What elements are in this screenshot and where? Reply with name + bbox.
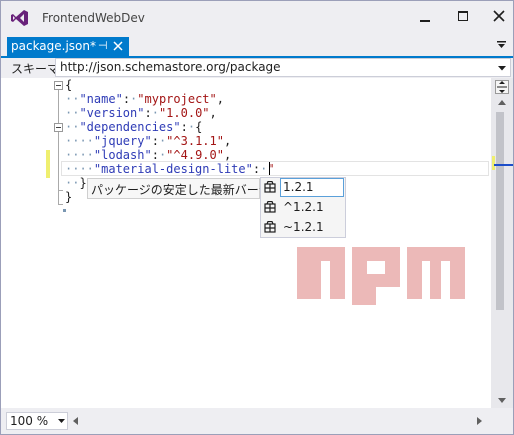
code-line: {: [65, 78, 72, 92]
zoom-dropdown[interactable]: 100 %: [6, 412, 68, 430]
tab-package-json[interactable]: package.json* ⊣: [7, 37, 129, 56]
code-token: "1.0.0": [158, 106, 210, 120]
chevron-down-icon: [58, 419, 65, 423]
schema-url-value: http://json.schemastore.org/package: [60, 60, 281, 74]
scrollbar-thumb[interactable]: [496, 112, 504, 310]
completion-item[interactable]: ~1.2.1: [261, 218, 345, 237]
scroll-caret-marker: [494, 164, 513, 166]
code-token: ·: [151, 106, 159, 120]
title-bar: FrontendWebDev: [1, 1, 513, 35]
completion-item-label: ~1.2.1: [283, 220, 324, 234]
code-line: ····"jquery":·"^3.1.1",: [65, 134, 231, 148]
completion-item-label: ^1.2.1: [283, 200, 324, 214]
code-token: }: [79, 176, 87, 190]
code-token: :: [252, 162, 261, 176]
code-token: "dependencies": [79, 120, 181, 134]
pin-icon[interactable]: ⊣: [98, 39, 108, 52]
minimize-button[interactable]: [411, 5, 439, 27]
completion-item[interactable]: 1.2.1: [261, 178, 345, 197]
code-token: :: [151, 148, 159, 162]
close-icon: [493, 10, 505, 22]
document-tab-row: package.json* ⊣: [1, 35, 513, 58]
code-token: ,: [209, 106, 217, 120]
close-button[interactable]: [485, 5, 513, 27]
zoom-value: 100 %: [10, 414, 49, 428]
code-line: }: [65, 190, 72, 204]
editor-window: FrontendWebDev package.json* ⊣ スキーマ: htt…: [0, 0, 514, 435]
split-window-button[interactable]: [495, 80, 509, 94]
code-token: ··: [65, 92, 80, 106]
code-line: ··"version":·"1.0.0",: [65, 106, 217, 120]
code-token: ·: [187, 120, 196, 134]
completion-list[interactable]: 1.2.1 ^1.2.1 ~1.2.1: [260, 177, 346, 238]
tab-close-icon[interactable]: [113, 41, 123, 51]
code-token: :: [144, 106, 152, 120]
code-token: ··: [65, 176, 80, 190]
whitespace-marker: [63, 209, 66, 212]
code-token: "^4.9.0": [166, 148, 224, 162]
code-token: {: [195, 120, 203, 134]
status-bar: 100 %: [1, 408, 513, 434]
scroll-down-icon[interactable]: [498, 398, 506, 403]
code-token: "version": [79, 106, 145, 120]
code-line: ····"material-design-lite":·": [65, 162, 275, 176]
code-token: :: [122, 92, 131, 106]
code-token: ····: [65, 162, 94, 176]
code-token: :: [180, 120, 188, 134]
code-token: "jquery": [93, 134, 152, 148]
code-token: ,: [216, 92, 224, 106]
schema-bar: スキーマ: http://json.schemastore.org/packag…: [1, 58, 513, 78]
code-token: "lodash": [93, 148, 152, 162]
code-line: ··"name":·"myproject",: [65, 92, 224, 106]
code-token: ····: [65, 134, 94, 148]
minimize-icon: [420, 20, 430, 22]
vertical-scrollbar[interactable]: [491, 78, 513, 408]
code-area: {··"name":·"myproject", ··"version":·"1.0…: [1, 78, 491, 408]
chevron-down-icon: [498, 66, 506, 71]
code-token: {: [65, 78, 73, 92]
code-line: ····"lodash":·"^4.9.0",: [65, 148, 231, 162]
code-token: "myproject": [137, 92, 217, 106]
code-token: ,: [223, 148, 232, 162]
completion-item[interactable]: ^1.2.1: [261, 198, 345, 217]
code-token: ··: [65, 120, 80, 134]
split-icon: [497, 81, 507, 93]
horizontal-scrollbar[interactable]: [71, 412, 491, 430]
code-token: "^3.1.1": [166, 134, 224, 148]
visual-studio-logo-icon: [11, 10, 28, 26]
completion-tooltip: パッケージの安定した最新バージョン: [87, 178, 295, 199]
scroll-left-icon[interactable]: [73, 417, 78, 425]
code-token: ··: [65, 106, 80, 120]
code-line: ··}: [65, 176, 87, 190]
code-token: "material-design-lite": [93, 162, 253, 176]
code-token: ····: [65, 148, 94, 162]
maximize-button[interactable]: [449, 5, 477, 27]
code-editor[interactable]: {··"name":·"myproject", ··"version":·"1.0…: [1, 78, 491, 408]
npm-logo: [297, 247, 465, 305]
scroll-change-marker: [492, 156, 495, 170]
package-icon: [264, 201, 276, 213]
package-icon: [264, 181, 276, 193]
scroll-up-icon[interactable]: [498, 100, 506, 105]
schema-url-dropdown[interactable]: http://json.schemastore.org/package: [55, 58, 511, 77]
completion-item-label: 1.2.1: [283, 180, 314, 194]
package-icon: [264, 221, 276, 233]
code-token: }: [65, 190, 73, 204]
tab-dropdown-icon[interactable]: [497, 41, 507, 49]
window-title: FrontendWebDev: [42, 11, 145, 25]
maximize-icon: [458, 11, 468, 21]
code-token: "name": [79, 92, 123, 106]
code-line: ··"dependencies":·{: [65, 120, 202, 134]
tab-label: package.json*: [11, 39, 97, 53]
code-token: :: [151, 134, 159, 148]
text-caret: [269, 162, 270, 175]
scroll-right-icon[interactable]: [477, 417, 482, 425]
code-token: ,: [223, 134, 232, 148]
